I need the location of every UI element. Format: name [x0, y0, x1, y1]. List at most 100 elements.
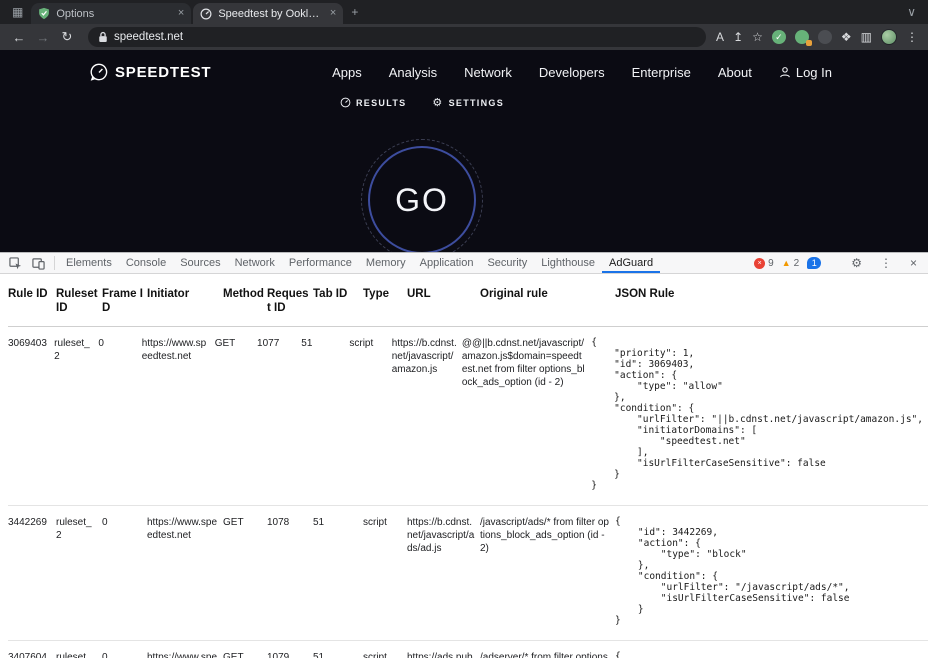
profile-avatar[interactable]	[881, 29, 897, 45]
error-icon: ×	[754, 258, 765, 269]
issues-badge[interactable]: 1	[807, 257, 821, 269]
adguard-favicon-icon	[38, 7, 50, 20]
cell-json-rule: { "id": 3442269, "action": { "type": "bl…	[615, 516, 923, 626]
cell-tab-id: 51	[313, 651, 363, 658]
cell-ruleset-id: ruleset_2	[54, 337, 98, 491]
cell-frame-id: 0	[98, 337, 141, 491]
adguard-rules-table: Rule ID Ruleset ID Frame ID Initiator Me…	[0, 274, 928, 658]
person-icon	[779, 66, 791, 78]
cell-type: script	[363, 651, 407, 658]
go-button[interactable]: GO	[368, 146, 476, 252]
cell-ruleset-id: ruleset_2	[56, 651, 102, 658]
url-text: speedtest.net	[114, 31, 183, 43]
header-json-rule: JSON Rule	[615, 288, 928, 316]
adguard-extension-icon[interactable]: ✓	[772, 30, 786, 44]
logo-text: SPEEDTEST	[115, 64, 211, 81]
adblock-extension-icon[interactable]	[818, 30, 832, 44]
settings-gear-icon: ⚙	[432, 96, 443, 109]
speedtest-logo[interactable]: SPEEDTEST	[90, 63, 211, 81]
nav-analysis[interactable]: Analysis	[389, 65, 437, 80]
cell-type: script	[349, 337, 391, 491]
table-row[interactable]: 3069403 ruleset_2 0 https://www.speedtes…	[8, 327, 928, 506]
cell-frame-id: 0	[102, 516, 147, 626]
share-icon[interactable]: ↥	[733, 31, 743, 43]
privacy-extension-icon[interactable]	[795, 30, 809, 44]
table-row[interactable]: 3407604 ruleset_2 0 https://www.speedtes…	[8, 641, 928, 658]
devtools-tab-lighthouse[interactable]: Lighthouse	[534, 253, 602, 273]
nav-enterprise[interactable]: Enterprise	[632, 65, 691, 80]
tab-title: Options	[56, 8, 172, 20]
devtools-settings-icon[interactable]: ⚙	[846, 256, 867, 270]
header-request-id: Request ID	[267, 288, 313, 316]
devtools-tab-memory[interactable]: Memory	[359, 253, 413, 273]
devtools-tab-application[interactable]: Application	[413, 253, 481, 273]
browser-tab-options[interactable]: Options ×	[31, 3, 191, 24]
devtools-tab-sources[interactable]: Sources	[173, 253, 227, 273]
bookmark-star-icon[interactable]: ☆	[752, 31, 763, 43]
reload-button[interactable]: ↻	[56, 29, 78, 45]
devtools-close-icon[interactable]: ×	[905, 256, 922, 270]
go-label: GO	[395, 182, 449, 219]
cell-method: GET	[215, 337, 257, 491]
site-header: SPEEDTEST Apps Analysis Network Develope…	[0, 50, 928, 81]
nav-network[interactable]: Network	[464, 65, 512, 80]
nav-about[interactable]: About	[718, 65, 752, 80]
warning-count: 2	[794, 258, 800, 269]
nav-apps[interactable]: Apps	[332, 65, 362, 80]
toolbar-icons: A ↥ ☆ ✓ ❖ ▥ ⋮	[716, 29, 920, 45]
tab-search-icon[interactable]: ▦	[4, 5, 31, 19]
cell-request-id: 1077	[257, 337, 301, 491]
cell-rule-id: 3069403	[8, 337, 54, 491]
devtools-tab-performance[interactable]: Performance	[282, 253, 359, 273]
cell-initiator: https://www.speedtest.net	[147, 651, 223, 658]
cell-original-rule: /adserver/* from filter options_block_ad…	[480, 651, 615, 658]
close-tab-icon[interactable]: ×	[330, 8, 336, 19]
header-initiator: Initiator	[147, 288, 223, 316]
devtools-menu-kebab-icon[interactable]: ⋮	[875, 256, 897, 270]
cell-json-rule: { "priority": 1, "id": 3069403, "action"…	[591, 337, 923, 491]
settings-link[interactable]: ⚙ SETTINGS	[432, 96, 504, 109]
speedtest-page: SPEEDTEST Apps Analysis Network Develope…	[0, 50, 928, 252]
devtools-tab-console[interactable]: Console	[119, 253, 173, 273]
cell-tab-id: 51	[313, 516, 363, 626]
header-frame-id: Frame ID	[102, 288, 147, 316]
cell-frame-id: 0	[102, 651, 147, 658]
devtools-tabs: Elements Console Sources Network Perform…	[59, 253, 660, 273]
table-row[interactable]: 3442269 ruleset_2 0 https://www.speedtes…	[8, 506, 928, 641]
devtools-tab-elements[interactable]: Elements	[59, 253, 119, 273]
speedtest-logo-icon	[90, 63, 108, 81]
translate-icon[interactable]: A	[716, 31, 724, 43]
inspect-element-icon[interactable]	[4, 253, 27, 273]
devtools-toolbar-right: × 9 ▲ 2 1 ⚙ ⋮ ×	[754, 253, 928, 273]
device-toolbar-icon[interactable]	[27, 253, 50, 273]
back-button[interactable]: ←	[8, 30, 30, 45]
tab-title: Speedtest by Ookla - The Glo...	[218, 8, 324, 20]
devtools-tab-adguard[interactable]: AdGuard	[602, 253, 660, 273]
nav-developers[interactable]: Developers	[539, 65, 605, 80]
extensions-puzzle-icon[interactable]: ❖	[841, 31, 852, 43]
new-tab-button[interactable]: +	[343, 5, 366, 19]
close-tab-icon[interactable]: ×	[178, 8, 184, 19]
forward-button[interactable]: →	[32, 30, 54, 45]
tab-list-chevron-icon[interactable]: ∨	[899, 5, 924, 19]
warning-count-badge[interactable]: ▲ 2	[782, 258, 799, 269]
cell-request-id: 1079	[267, 651, 313, 658]
cell-original-rule: /javascript/ads/* from filter options_bl…	[480, 516, 615, 626]
browser-tab-strip: ▦ Options × Speedtest by Ookla - The Glo…	[0, 0, 928, 24]
login-label: Log In	[796, 65, 832, 80]
results-link[interactable]: RESULTS	[340, 96, 406, 109]
error-count-badge[interactable]: × 9	[754, 258, 774, 269]
cell-json-rule: { "id": 3407604, "action": {	[615, 651, 923, 658]
login-link[interactable]: Log In	[779, 65, 832, 80]
address-bar[interactable]: speedtest.net	[88, 27, 706, 47]
browser-menu-kebab-icon[interactable]: ⋮	[906, 31, 918, 43]
devtools-tab-network[interactable]: Network	[228, 253, 282, 273]
devtools-panel: Elements Console Sources Network Perform…	[0, 252, 928, 658]
warning-icon: ▲	[782, 258, 791, 268]
side-panel-icon[interactable]: ▥	[861, 31, 872, 43]
cell-url: https://b.cdnst.net/javascript/amazon.js	[392, 337, 462, 491]
devtools-tab-security[interactable]: Security	[480, 253, 534, 273]
browser-tab-speedtest[interactable]: Speedtest by Ookla - The Glo... ×	[193, 3, 343, 24]
header-tab-id: Tab ID	[313, 288, 363, 316]
lock-icon	[98, 31, 108, 43]
